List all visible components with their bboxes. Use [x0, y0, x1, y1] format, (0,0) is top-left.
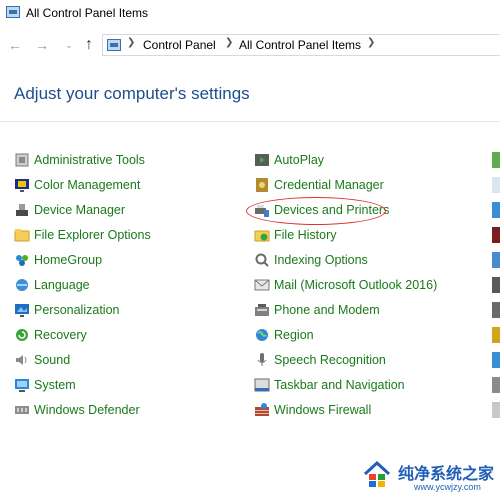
credential-manager-icon: [256, 178, 268, 192]
color-management-icon: [15, 179, 29, 192]
item-devices-and-printers[interactable]: Devices and Printers: [254, 200, 389, 220]
chevron-right-icon[interactable]: ❯: [127, 37, 135, 48]
system-icon: [15, 379, 29, 392]
taskbar-icon: [254, 378, 270, 392]
item-label: Region: [274, 328, 314, 342]
divider: [0, 121, 500, 122]
item-label: Administrative Tools: [34, 153, 145, 167]
item-system[interactable]: System: [14, 375, 76, 395]
chevron-right-icon[interactable]: ❯: [367, 37, 375, 48]
homegroup-icon: [16, 255, 28, 266]
devices-printers-icon: [255, 205, 269, 217]
firewall-icon: [255, 403, 269, 416]
column3-item-icon[interactable]: [492, 252, 500, 268]
indexing-options-icon: [255, 253, 269, 267]
autoplay-icon: [255, 154, 269, 166]
item-file-history[interactable]: File History: [254, 225, 337, 245]
item-label: AutoPlay: [274, 153, 325, 167]
item-phone-and-modem[interactable]: Phone and Modem: [254, 300, 380, 320]
item-language[interactable]: Language: [14, 275, 90, 295]
item-label: Speech Recognition: [274, 353, 386, 367]
item-label: Windows Defender: [34, 403, 140, 417]
column3-item-icon[interactable]: [492, 302, 500, 318]
item-label: Language: [34, 278, 90, 292]
language-icon: [16, 279, 28, 291]
mail-icon: [254, 279, 270, 291]
column3-item-icon[interactable]: [492, 152, 500, 168]
item-label: Devices and Printers: [274, 203, 390, 217]
item-taskbar-and-navigation[interactable]: Taskbar and Navigation: [254, 375, 405, 395]
item-label: Windows Firewall: [274, 403, 372, 417]
item-sound[interactable]: Sound: [14, 350, 70, 370]
house-logo-icon: [363, 460, 391, 487]
item-label: Indexing Options: [274, 253, 368, 267]
breadcrumb-all-items[interactable]: All Control Panel Items: [239, 38, 361, 52]
item-label: HomeGroup: [34, 253, 103, 267]
item-credential-manager[interactable]: Credential Manager: [254, 175, 384, 195]
device-manager-icon: [16, 204, 28, 216]
item-speech-recognition[interactable]: Speech Recognition: [254, 350, 386, 370]
arrow-right-icon[interactable]: →: [33, 35, 51, 55]
item-mail[interactable]: Mail (Microsoft Outlook 2016): [254, 275, 437, 295]
chevron-down-icon[interactable]: ⌄: [60, 35, 78, 55]
window-title: All Control Panel Items: [26, 6, 149, 20]
item-label: Device Manager: [34, 203, 126, 217]
item-label: Mail (Microsoft Outlook 2016): [274, 278, 438, 292]
item-label: Color Management: [34, 178, 141, 192]
recovery-icon: [16, 329, 28, 341]
personalization-icon: [15, 304, 29, 317]
item-label: Phone and Modem: [274, 303, 380, 317]
breadcrumb-control-panel[interactable]: Control Panel: [143, 38, 216, 52]
address-bar[interactable]: ❯ Control Panel ❯ All Control Panel Item…: [102, 34, 500, 56]
column3-item-icon[interactable]: [492, 327, 500, 343]
column3-item-icon[interactable]: [492, 352, 500, 368]
column3-item-icon[interactable]: [492, 202, 500, 218]
watermark-text: 纯净系统之家: [398, 464, 495, 483]
item-label: Recovery: [34, 328, 87, 342]
item-label: Personalization: [34, 303, 120, 317]
title-bar: All Control Panel Items: [0, 0, 500, 28]
item-autoplay[interactable]: AutoPlay: [254, 150, 324, 170]
item-windows-firewall[interactable]: Windows Firewall: [254, 400, 371, 420]
control-panel-icon: [6, 6, 20, 18]
microphone-icon: [257, 353, 267, 366]
item-label: File History: [274, 228, 337, 242]
item-file-explorer-options[interactable]: File Explorer Options: [14, 225, 151, 245]
chevron-right-icon[interactable]: ❯: [225, 37, 233, 48]
watermark-url: www.ycwjzy.com: [414, 482, 481, 492]
admin-tools-icon: [15, 153, 29, 167]
arrow-left-icon[interactable]: ←: [6, 35, 24, 55]
sound-icon: [16, 355, 27, 365]
navigation-bar: ← → ⌄ ↑ ❯ Control Panel ❯ All Control Pa…: [0, 30, 500, 60]
item-label: System: [34, 378, 76, 392]
item-color-management[interactable]: Color Management: [14, 175, 140, 195]
control-panel-icon: [107, 39, 121, 51]
item-personalization[interactable]: Personalization: [14, 300, 119, 320]
item-recovery[interactable]: Recovery: [14, 325, 87, 345]
item-windows-defender[interactable]: Windows Defender: [14, 400, 140, 420]
windows-defender-icon: [15, 406, 29, 414]
item-homegroup[interactable]: HomeGroup: [14, 250, 102, 270]
item-label: Taskbar and Navigation: [274, 378, 405, 392]
column3-item-icon[interactable]: [492, 227, 500, 243]
item-administrative-tools[interactable]: Administrative Tools: [14, 150, 145, 170]
column3-item-icon[interactable]: [492, 177, 500, 193]
file-history-icon: [254, 230, 270, 242]
arrow-up-icon[interactable]: ↑: [80, 35, 98, 55]
phone-modem-icon: [255, 304, 269, 316]
column3-item-icon[interactable]: [492, 377, 500, 393]
page-title: Adjust your computer's settings: [14, 84, 250, 103]
region-icon: [256, 329, 268, 341]
item-device-manager[interactable]: Device Manager: [14, 200, 125, 220]
column3-item-icon[interactable]: [492, 402, 500, 418]
item-region[interactable]: Region: [254, 325, 314, 345]
item-indexing-options[interactable]: Indexing Options: [254, 250, 368, 270]
item-label: Credential Manager: [274, 178, 384, 192]
item-label: Sound: [34, 353, 71, 367]
watermark: 纯净系统之家 www.ycwjzy.com: [358, 456, 500, 500]
column3-item-icon[interactable]: [492, 277, 500, 293]
folder-options-icon: [14, 229, 30, 242]
item-label: File Explorer Options: [34, 228, 151, 242]
